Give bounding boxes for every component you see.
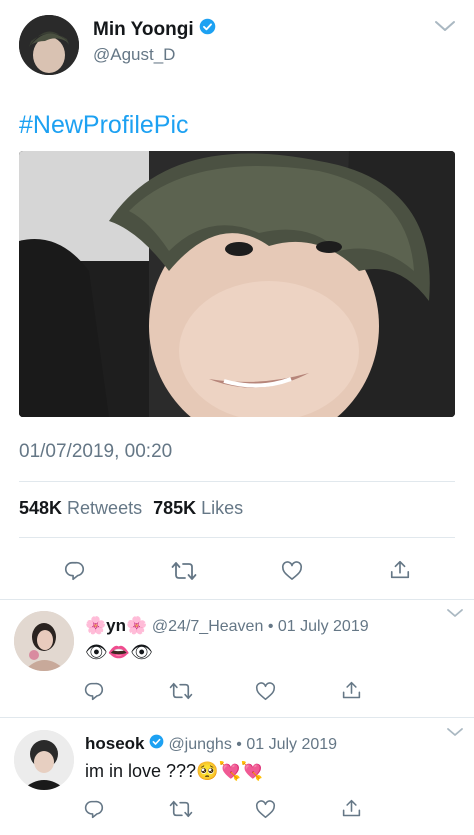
name-emoji: 🌸: [85, 616, 107, 635]
reply-text: im in love ???🥺💘💘: [85, 761, 264, 781]
chevron-down-icon[interactable]: [444, 724, 466, 740]
author-handle[interactable]: @Agust_D: [93, 44, 175, 66]
reply-author-handle[interactable]: @24/7_Heaven: [152, 618, 263, 635]
name-emoji: 🌸: [126, 616, 148, 635]
reply-date[interactable]: 01 July 2019: [278, 618, 369, 635]
tweet-hashtag[interactable]: #NewProfilePic: [19, 110, 189, 140]
author-name-text[interactable]: Min Yoongi: [93, 19, 194, 40]
reply-text: 👁👄👁: [85, 642, 154, 662]
reply-author-name[interactable]: hoseok: [85, 734, 145, 753]
retweet-icon[interactable]: [167, 796, 195, 822]
retweet-icon[interactable]: [167, 678, 195, 704]
reply-date[interactable]: 01 July 2019: [246, 736, 337, 753]
reply-header: hoseok @junghs • 01 July 2019: [85, 733, 337, 756]
author-name[interactable]: Min Yoongi: [93, 18, 216, 42]
reply-icon[interactable]: [80, 678, 106, 704]
retweets-count: 548K: [19, 498, 63, 518]
reply-author-name-text: yn: [106, 616, 127, 635]
separator-dot: •: [267, 618, 274, 635]
heart-icon[interactable]: [278, 557, 306, 585]
share-icon[interactable]: [338, 677, 364, 703]
reply-avatar[interactable]: [14, 611, 74, 671]
likes-stat[interactable]: 785K Likes: [153, 498, 243, 518]
likes-count: 785K: [153, 498, 197, 518]
reply-avatar[interactable]: [14, 730, 74, 790]
tweet-photo[interactable]: [19, 151, 455, 417]
verified-badge-icon: [149, 734, 164, 756]
verified-badge-icon: [199, 18, 216, 42]
author-avatar[interactable]: [19, 15, 79, 75]
tweet-stats: 548K Retweets 785K Likes: [19, 497, 243, 519]
tweet-timestamp[interactable]: 01/07/2019, 00:20: [19, 440, 172, 464]
reply-author-name[interactable]: 🌸yn🌸: [85, 616, 152, 635]
share-icon[interactable]: [386, 556, 414, 584]
retweets-label: Retweets: [67, 498, 143, 518]
divider: [19, 481, 455, 482]
reply-icon[interactable]: [80, 796, 106, 822]
share-icon[interactable]: [338, 795, 364, 821]
chevron-down-icon[interactable]: [444, 605, 466, 621]
chevron-down-icon[interactable]: [432, 17, 458, 35]
separator-dot: •: [236, 736, 242, 753]
reply-icon[interactable]: [60, 557, 88, 585]
reply-author-handle[interactable]: @junghs: [168, 736, 231, 753]
reply-header: 🌸yn🌸 @24/7_Heaven • 01 July 2019: [85, 615, 369, 638]
heart-icon[interactable]: [252, 796, 278, 822]
retweet-icon[interactable]: [169, 557, 199, 585]
divider: [19, 537, 455, 538]
divider: [0, 599, 474, 600]
divider: [0, 717, 474, 718]
likes-label: Likes: [201, 498, 244, 518]
retweets-stat[interactable]: 548K Retweets: [19, 498, 147, 518]
heart-icon[interactable]: [252, 678, 278, 704]
